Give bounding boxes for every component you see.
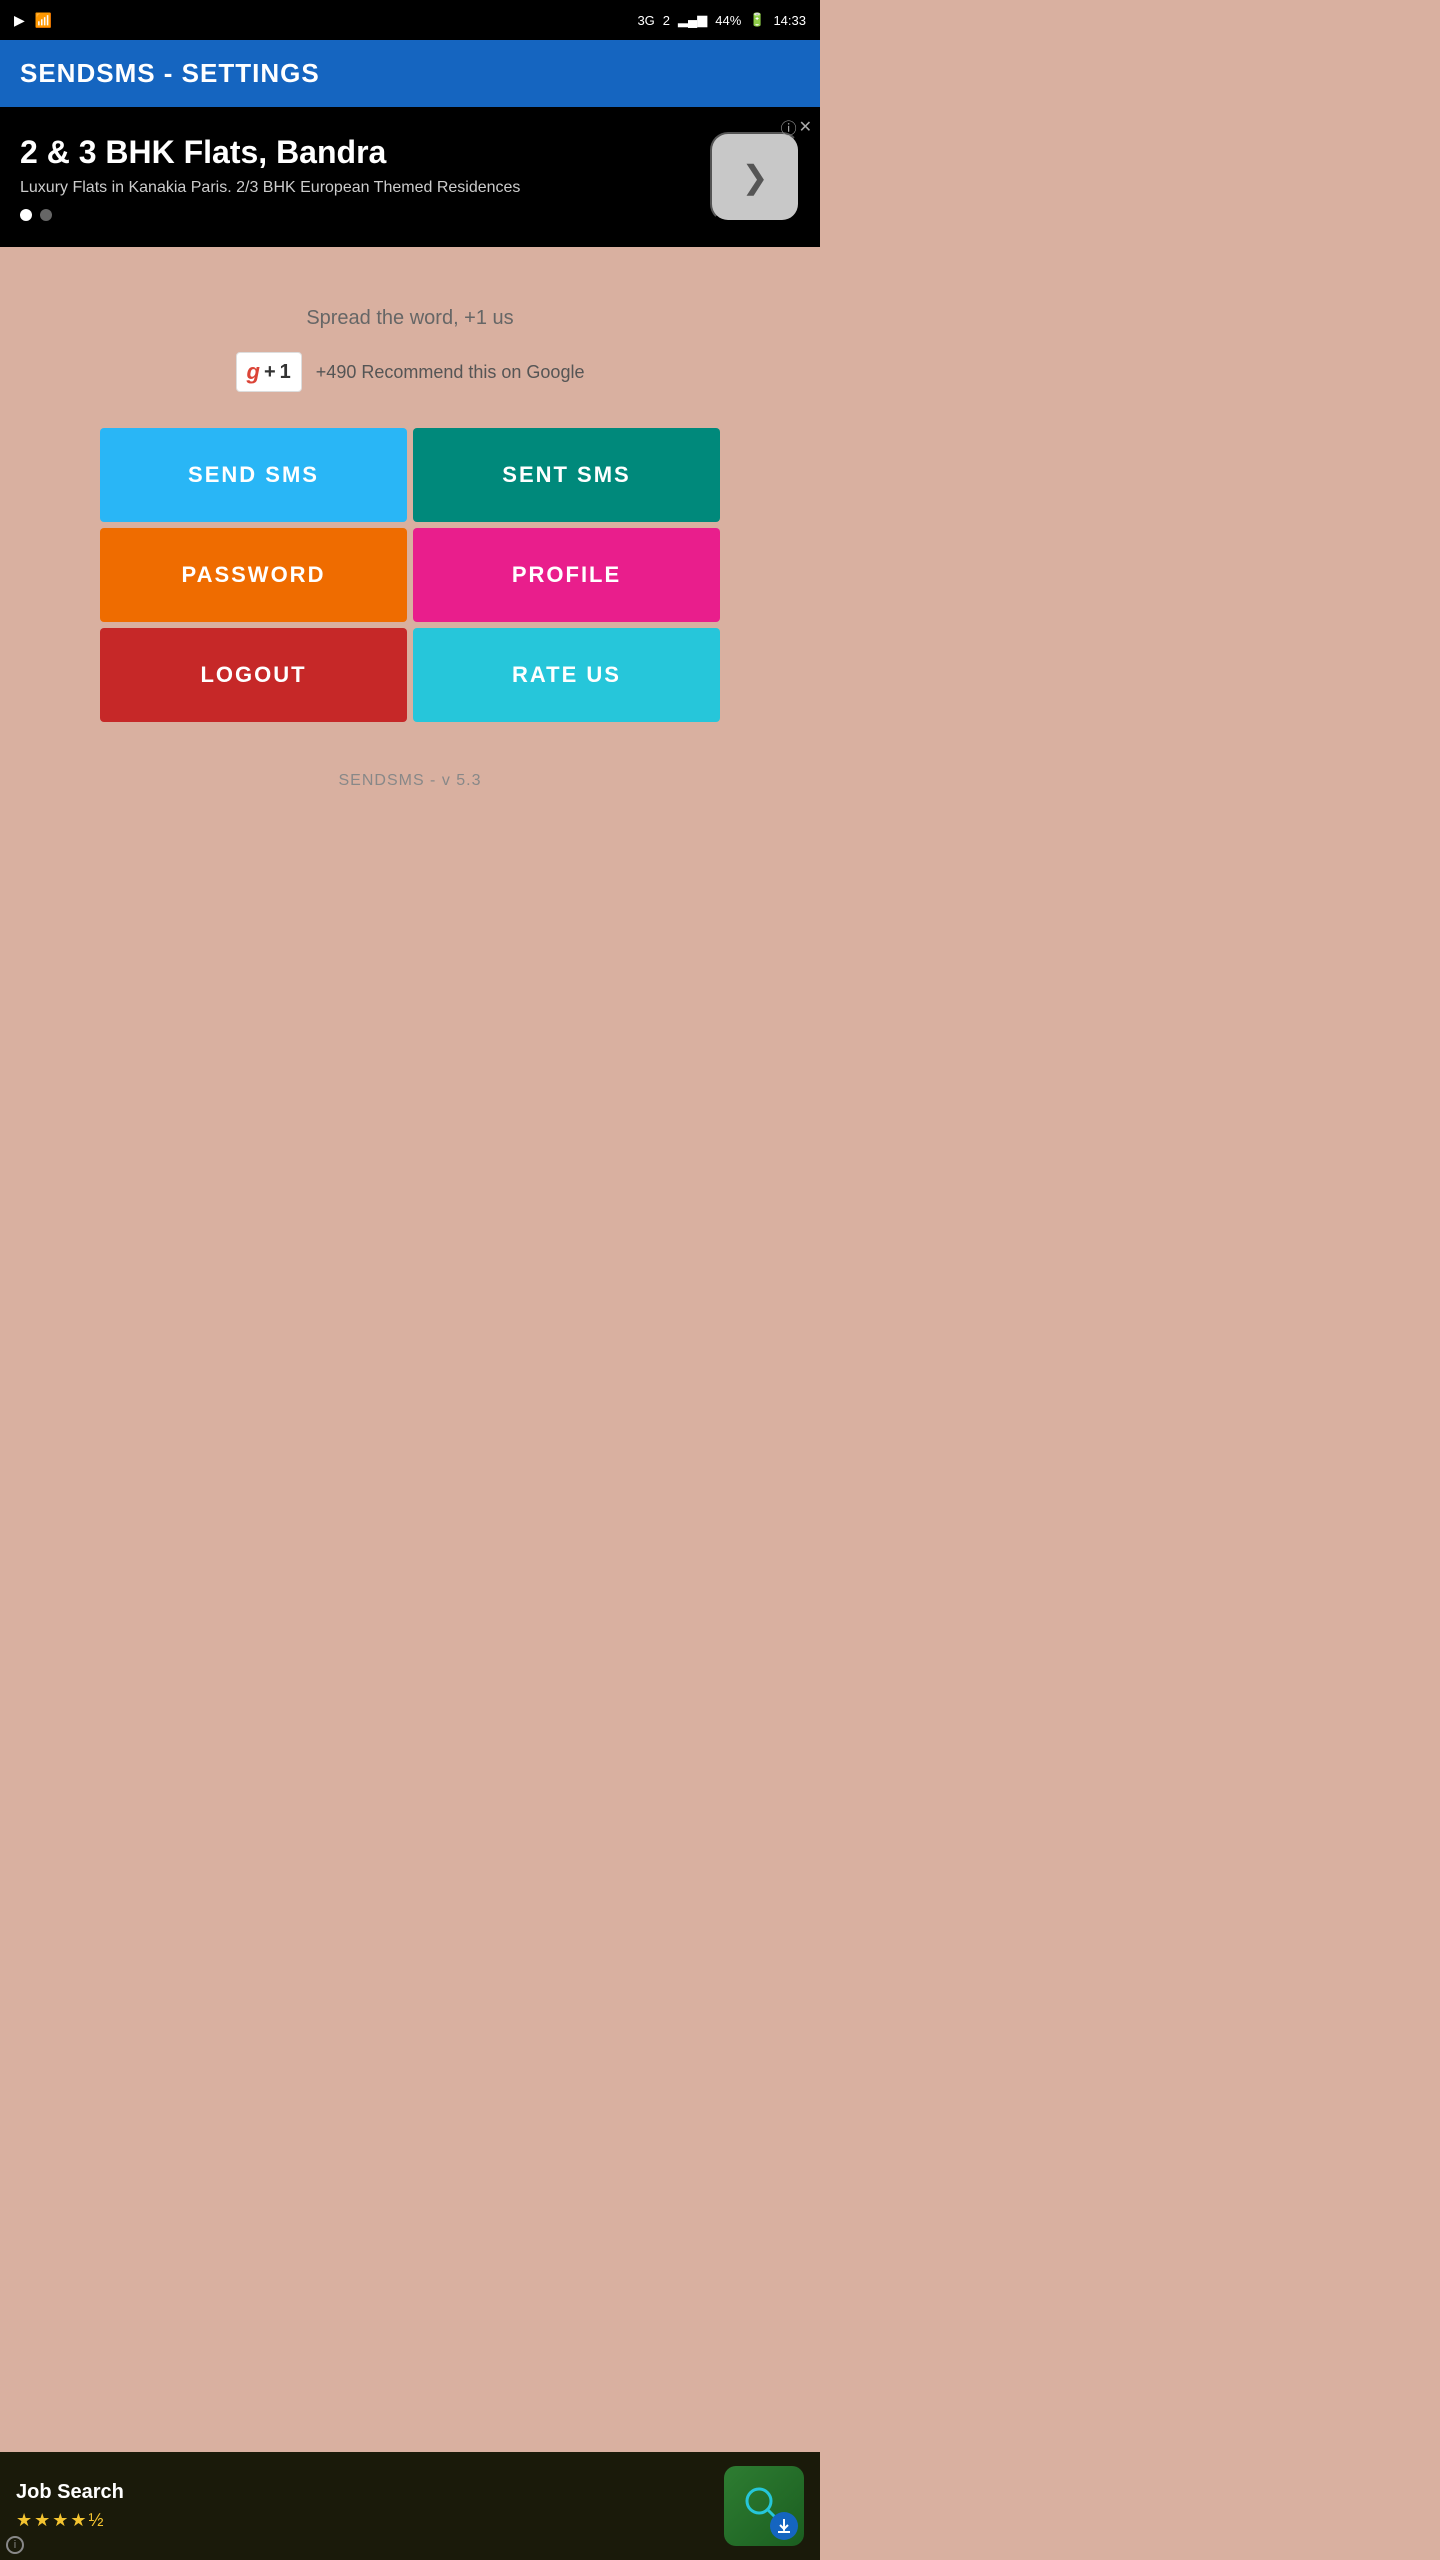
- ad-dot-2: [40, 209, 52, 221]
- ad-info-icon: ⓘ: [781, 115, 797, 139]
- app-title: SENDSMS - SETTINGS: [20, 58, 320, 88]
- ad-dots: [20, 209, 694, 221]
- sim-number: 2: [663, 13, 670, 28]
- main-content: Spread the word, +1 us g + 1 +490 Recomm…: [0, 247, 820, 830]
- rate-us-button[interactable]: RATE US: [413, 628, 720, 722]
- sent-sms-button[interactable]: SENT SMS: [413, 428, 720, 522]
- network-type: 3G: [637, 13, 654, 28]
- gplus-plus: +: [264, 361, 276, 384]
- battery-level: 44%: [715, 13, 741, 28]
- bottom-ad[interactable]: i Job Search ★★★★½: [0, 2452, 820, 2560]
- google-plus-row[interactable]: g + 1 +490 Recommend this on Google: [236, 352, 585, 392]
- ad-close[interactable]: ⓘ ✕: [781, 115, 812, 139]
- profile-button[interactable]: PROFILE: [413, 528, 720, 622]
- bottom-ad-icon: [724, 2466, 804, 2546]
- ad-close-icon[interactable]: ✕: [799, 117, 812, 137]
- bottom-ad-info: Job Search ★★★★½: [16, 2481, 708, 2531]
- gplus-one: 1: [280, 361, 291, 384]
- logout-button[interactable]: LOGOUT: [100, 628, 407, 722]
- buttons-grid: SEND SMS SENT SMS PASSWORD PROFILE LOGOU…: [100, 428, 720, 722]
- gplus-g: g: [247, 359, 260, 385]
- gplus-recommend-text: +490 Recommend this on Google: [316, 362, 585, 383]
- send-sms-button[interactable]: SEND SMS: [100, 428, 407, 522]
- battery-icon: 🔋: [749, 12, 765, 28]
- ad-arrow-button[interactable]: ❯: [710, 132, 800, 222]
- app-bar: SENDSMS - SETTINGS: [0, 40, 820, 107]
- password-button[interactable]: PASSWORD: [100, 528, 407, 622]
- ad-dot-1: [20, 209, 32, 221]
- status-bar: ▶ 📶 3G 2 ▂▄▆ 44% 🔋 14:33: [0, 0, 820, 40]
- signal-icon: ▂▄▆: [678, 12, 707, 28]
- ad-title: 2 & 3 BHK Flats, Bandra: [20, 134, 694, 171]
- bottom-ad-install-icon: [770, 2512, 798, 2540]
- ad-banner: 2 & 3 BHK Flats, Bandra Luxury Flats in …: [0, 107, 820, 247]
- ad-subtitle: Luxury Flats in Kanakia Paris. 2/3 BHK E…: [20, 179, 694, 197]
- version-text: SENDSMS - v 5.3: [338, 772, 481, 790]
- gplus-badge[interactable]: g + 1: [236, 352, 302, 392]
- spread-text: Spread the word, +1 us: [306, 307, 513, 330]
- play-icon: ▶: [14, 12, 25, 29]
- ad-content: 2 & 3 BHK Flats, Bandra Luxury Flats in …: [20, 134, 694, 221]
- bottom-ad-title: Job Search: [16, 2481, 708, 2504]
- bottom-ad-info-circle[interactable]: i: [6, 2536, 24, 2554]
- download-icon: [775, 2517, 793, 2535]
- clock: 14:33: [773, 13, 806, 28]
- wifi-icon: 📶: [35, 12, 52, 29]
- bottom-ad-stars: ★★★★½: [16, 2510, 708, 2531]
